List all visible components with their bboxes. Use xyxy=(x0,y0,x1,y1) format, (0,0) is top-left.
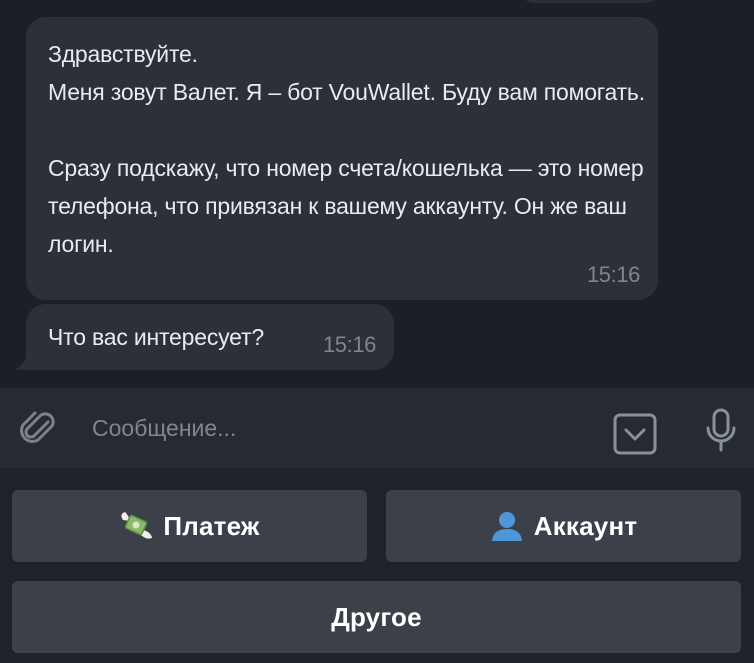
bot-keyboard-toggle-icon[interactable] xyxy=(612,412,658,456)
payment-button-label: Платеж xyxy=(163,510,260,541)
account-button-label: Аккаунт xyxy=(533,510,638,541)
message-bubble-greeting: Здравствуйте. Меня зовут Валет. Я – бот … xyxy=(26,17,658,300)
message-text: Что вас интересует? xyxy=(48,324,264,350)
message-text: Здравствуйте. Меня зовут Валет. Я – бот … xyxy=(48,41,645,257)
message-time: 15:16 xyxy=(586,262,640,287)
message-bubble-question: Что вас интересует? 15:16 xyxy=(26,304,394,370)
paperclip-icon[interactable] xyxy=(18,408,60,450)
chat-history: Здравствуйте. Меня зовут Валет. Я – бот … xyxy=(0,0,754,388)
other-button-label: Другое xyxy=(331,601,422,632)
payment-button[interactable]: Платеж xyxy=(12,490,367,562)
user-silhouette-icon xyxy=(491,512,522,541)
previous-message-bubble xyxy=(520,0,660,3)
account-button[interactable]: Аккаунт xyxy=(386,490,741,562)
message-input[interactable] xyxy=(92,410,592,446)
other-button[interactable]: Другое xyxy=(12,581,741,653)
message-time: 15:16 xyxy=(322,332,376,357)
bot-reply-keyboard: Платеж Аккаунт Другое xyxy=(0,468,754,663)
message-composer xyxy=(0,388,754,468)
money-wings-icon xyxy=(121,512,153,539)
microphone-icon[interactable] xyxy=(702,406,740,456)
